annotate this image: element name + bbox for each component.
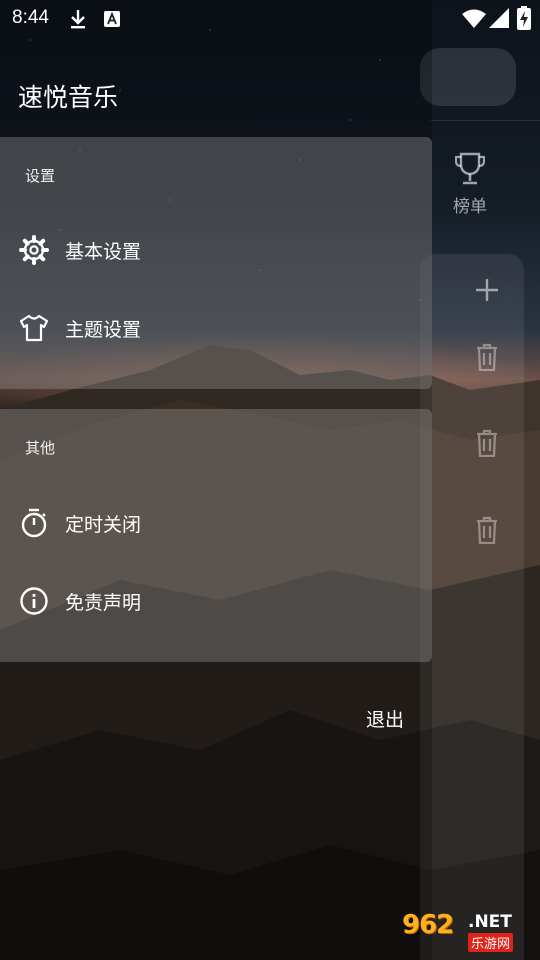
screen: 8:44 榜单 速悦音乐 设置 基本设置 主题设置 其他 定时关闭 免责声明 退… (0, 0, 540, 960)
other-section: 其他 定时关闭 免责声明 (0, 409, 432, 662)
menu-item-basic-settings[interactable]: 基本设置 (0, 220, 432, 280)
watermark-number: 962 (402, 910, 454, 940)
info-icon (20, 587, 48, 615)
divider (430, 120, 540, 121)
rank-tab-label: 榜单 (453, 197, 487, 217)
download-icon (71, 10, 85, 29)
trash-icon[interactable] (474, 343, 500, 371)
rank-tab[interactable]: 榜单 (448, 152, 492, 217)
menu-item-label: 定时关闭 (65, 514, 142, 536)
tshirt-icon (19, 314, 49, 342)
menu-item-label: 基本设置 (65, 241, 142, 263)
a-notification-icon (104, 11, 120, 27)
section-header-settings: 设置 (25, 167, 56, 185)
navigation-drawer: 速悦音乐 设置 基本设置 主题设置 其他 定时关闭 免责声明 退出 (0, 0, 432, 960)
search-bar[interactable] (420, 48, 516, 106)
timer-icon (21, 508, 47, 538)
trophy-icon (454, 152, 486, 185)
signal-icon (489, 8, 509, 28)
gear-icon (19, 235, 49, 265)
trash-icon[interactable] (474, 429, 500, 457)
exit-button[interactable]: 退出 (350, 700, 420, 740)
add-icon[interactable] (474, 276, 500, 304)
status-time: 8:44 (12, 7, 49, 28)
wifi-icon (462, 9, 486, 28)
trash-icon[interactable] (474, 516, 500, 544)
section-header-other: 其他 (25, 439, 56, 457)
site-watermark-logo: 962 .NET 乐游网 (402, 908, 532, 954)
battery-charging-icon (517, 6, 531, 30)
menu-item-disclaimer[interactable]: 免责声明 (0, 571, 432, 631)
status-bar: 8:44 (0, 0, 540, 38)
watermark-suffix: .NET (468, 912, 512, 932)
app-title: 速悦音乐 (18, 83, 119, 112)
menu-item-label: 主题设置 (65, 319, 142, 341)
settings-section: 设置 基本设置 主题设置 (0, 137, 432, 389)
menu-item-label: 免责声明 (65, 592, 142, 614)
menu-item-sleep-timer[interactable]: 定时关闭 (0, 493, 432, 553)
watermark-subtitle: 乐游网 (468, 933, 514, 952)
playlist-card (420, 254, 524, 960)
menu-item-theme-settings[interactable]: 主题设置 (0, 298, 432, 358)
